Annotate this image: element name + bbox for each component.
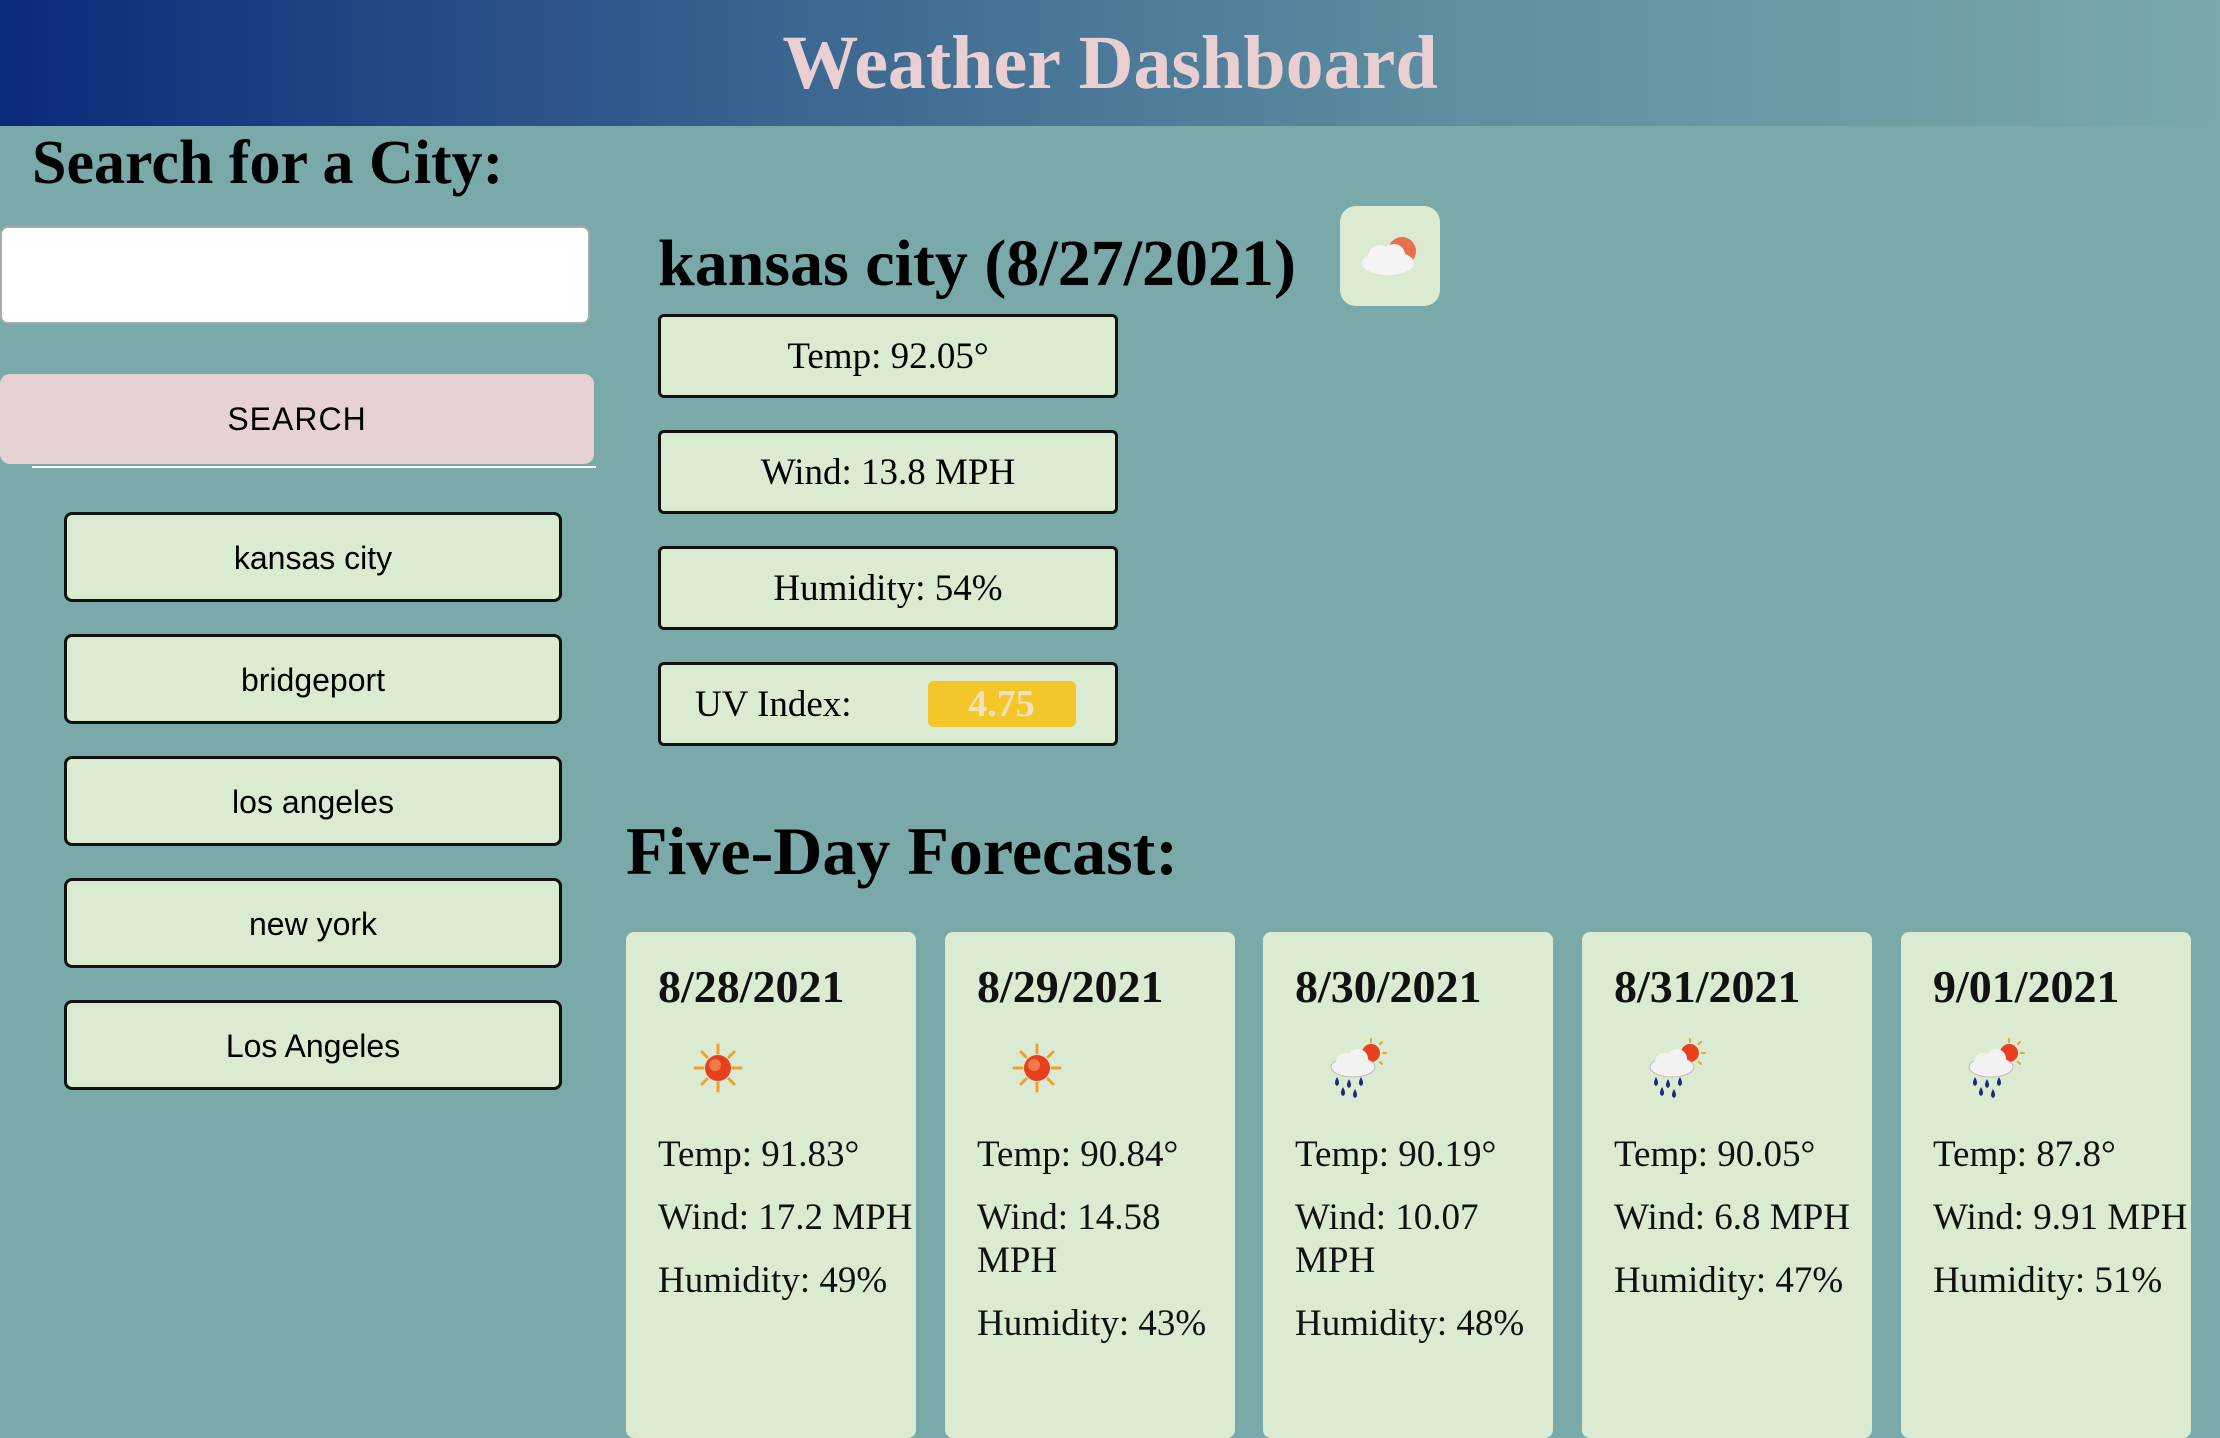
current-wind: Wind: 13.8 MPH [658, 430, 1118, 514]
current-temp: Temp: 92.05° [658, 314, 1118, 398]
history-item-new-york[interactable]: new york [64, 878, 562, 968]
city-search-input[interactable] [0, 226, 590, 324]
sun-icon [997, 1033, 1077, 1103]
search-history-list: kansas city bridgeport los angeles new y… [64, 512, 562, 1122]
forecast-wind: Wind: 10.07 MPH [1295, 1196, 1479, 1281]
current-temp-text: Temp: 92.05° [787, 335, 989, 377]
forecast-wind: Wind: 14.58 MPH [977, 1196, 1161, 1281]
history-item-los-angeles-2[interactable]: Los Angeles [64, 1000, 562, 1090]
search-button[interactable]: SEARCH [0, 374, 594, 464]
current-humidity-text: Humidity: 54% [773, 567, 1003, 609]
forecast-humidity: Humidity: 48% [1295, 1302, 1525, 1344]
forecast-card: 9/01/2021 Temp: 87.8° Wind: 9.91 MPH Humidi… [1901, 932, 2191, 1438]
forecast-temp: Temp: 90.05° [1614, 1133, 1816, 1175]
forecast-wind: Wind: 6.8 MPH [1614, 1196, 1850, 1238]
forecast-card: 8/29/2021 Temp: 90.84° Wind: 14.58 MPH Humi… [945, 932, 1235, 1438]
current-humidity: Humidity: 54% [658, 546, 1118, 630]
forecast-date: 8/29/2021 [977, 961, 1164, 1012]
search-divider [32, 466, 596, 468]
sun-icon [678, 1033, 758, 1103]
uv-index-badge: 4.75 [927, 681, 1076, 727]
forecast-card: 8/28/2021 Temp: 91.83° Wind: 17.2 MPH Humid… [626, 932, 916, 1438]
history-item-kansas-city[interactable]: kansas city [64, 512, 562, 602]
forecast-title: Five-Day Forecast: [626, 813, 1178, 889]
forecast-date: 9/01/2021 [1933, 961, 2120, 1012]
forecast-humidity: Humidity: 51% [1933, 1259, 2163, 1301]
uv-index-label: UV Index: [695, 683, 852, 725]
current-city-title: kansas city (8/27/2021) [658, 227, 1297, 300]
forecast-humidity: Humidity: 47% [1614, 1259, 1844, 1301]
rain-sun-icon [1634, 1033, 1714, 1103]
current-wind-text: Wind: 13.8 MPH [760, 451, 1016, 493]
rain-sun-icon [1953, 1033, 2033, 1103]
forecast-temp: Temp: 91.83° [658, 1133, 860, 1175]
forecast-date: 8/31/2021 [1614, 961, 1801, 1012]
forecast-temp: Temp: 90.84° [977, 1133, 1179, 1175]
partly-cloudy-icon [1362, 237, 1416, 275]
forecast-temp: Temp: 87.8° [1933, 1133, 2116, 1175]
history-item-los-angeles[interactable]: los angeles [64, 756, 562, 846]
current-uv-index: UV Index: 4.75 [658, 662, 1118, 746]
forecast-humidity: Humidity: 43% [977, 1302, 1207, 1344]
forecast-card: 8/31/2021 Temp: 90.05° Wind: 6.8 MPH Humidi… [1582, 932, 1872, 1438]
forecast-wind: Wind: 9.91 MPH [1933, 1196, 2188, 1238]
history-item-bridgeport[interactable]: bridgeport [64, 634, 562, 724]
current-weather-icon-box [1340, 206, 1440, 306]
search-title: Search for a City: [32, 129, 504, 197]
forecast-card: 8/30/2021 Temp: 90.19° Wind: 10.07 MPH Humi… [1263, 932, 1553, 1438]
page-title: Weather Dashboard [782, 20, 1438, 105]
rain-sun-icon [1315, 1033, 1395, 1103]
forecast-date: 8/30/2021 [1295, 961, 1482, 1012]
forecast-date: 8/28/2021 [658, 961, 845, 1012]
forecast-temp: Temp: 90.19° [1295, 1133, 1497, 1175]
page-header: Weather Dashboard [0, 0, 2220, 126]
forecast-wind: Wind: 17.2 MPH [658, 1196, 913, 1238]
forecast-humidity: Humidity: 49% [658, 1259, 888, 1301]
